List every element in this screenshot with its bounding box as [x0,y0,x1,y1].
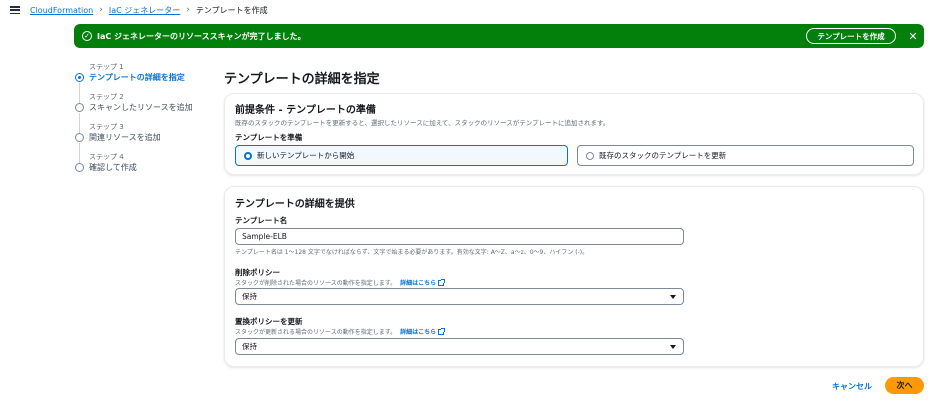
radio-selected-icon[interactable] [244,151,252,160]
success-flash-banner: ✓ IaC ジェネレーターのリソーススキャンが完了しました。 テンプレートを作成… [74,24,924,48]
radio-unselected-icon[interactable] [586,151,594,160]
step-number: ステップ 3 [89,123,124,131]
update-replace-policy-label: 置換ポリシーを更新 [235,317,303,326]
wizard-steps: ステップ 1 テンプレートの詳細を指定 ステップ 2 スキャンしたリソースを追加… [74,62,214,182]
select-value: 保持 [242,292,257,301]
external-link-icon [438,328,446,335]
step-4: ステップ 4 確認して作成 [74,152,214,182]
template-name-hint: テンプレート名は 1〜128 文字でなければならず、文字で始まる必要があります。… [235,249,589,256]
step-pending-icon [75,163,84,172]
learn-more-link[interactable]: 詳細はこちら [400,280,436,287]
create-template-button[interactable]: テンプレートを作成 [806,28,896,44]
step-3: ステップ 3 関連リソースを追加 [74,122,214,163]
breadcrumb-cloudformation[interactable]: CloudFormation [30,6,93,15]
step-label: テンプレートの詳細を指定 [89,73,185,82]
template-name-label: テンプレート名 [235,216,288,225]
hint-text: スタックが削除された場合のリソースの動作を指定します。 [235,280,397,287]
details-title: テンプレートの詳細を提供 [235,199,355,210]
template-details-container: テンプレートの詳細を提供 テンプレート名 Sample-ELB テンプレート名は… [224,186,924,367]
menu-icon[interactable] [10,6,20,14]
deletion-policy-select[interactable]: 保持 [235,288,684,305]
step-1[interactable]: ステップ 1 テンプレートの詳細を指定 [74,62,214,103]
page-title: テンプレートの詳細を指定 [224,72,380,87]
chevron-right-icon: › [99,5,103,15]
hint-text: スタックが更新される場合のリソースの動作を指定します。 [235,329,397,336]
external-link-icon [438,279,446,286]
cancel-button[interactable]: キャンセル [826,378,878,394]
deletion-policy-hint: スタックが削除された場合のリソースの動作を指定します。 詳細はこちら [235,278,446,287]
option-label: 新しいテンプレートから開始 [257,151,355,160]
step-pending-icon [75,133,84,142]
success-check-icon: ✓ [82,31,92,41]
breadcrumb-iac-generator[interactable]: IaC ジェネレーター [109,5,180,16]
step-number: ステップ 2 [89,93,124,101]
breadcrumb-current: テンプレートを作成 [195,5,268,15]
template-name-input[interactable]: Sample-ELB [235,228,684,245]
prerequisite-title: 前提条件 - テンプレートの準備 [235,105,376,116]
update-replace-policy-select[interactable]: 保持 [235,338,684,355]
update-replace-policy-hint: スタックが更新される場合のリソースの動作を指定します。 詳細はこちら [235,327,446,336]
caret-down-icon [670,295,676,299]
learn-more-link[interactable]: 詳細はこちら [400,329,436,336]
select-value: 保持 [242,342,257,351]
deletion-policy-label: 削除ポリシー [235,268,280,277]
option-existing-stack[interactable]: 既存のスタックのテンプレートを更新 [577,145,914,166]
step-label: 確認して作成 [89,163,137,172]
caret-down-icon [670,345,676,349]
step-pending-icon [75,103,84,112]
close-icon[interactable]: ✕ [906,27,920,45]
step-label: スキャンしたリソースを追加 [89,103,193,112]
chevron-right-icon: › [186,5,190,15]
prerequisite-container: 前提条件 - テンプレートの準備 既存のスタックのテンプレートを更新すると、選択… [224,93,924,175]
flash-message: IaC ジェネレーターのリソーススキャンが完了しました。 [97,31,306,41]
top-navigation: CloudFormation › IaC ジェネレーター › テンプレートを作成 [0,0,940,20]
step-2: ステップ 2 スキャンしたリソースを追加 [74,92,214,133]
prerequisite-description: 既存のスタックのテンプレートを更新すると、選択したリソースに加えて、スタックのリ… [235,119,610,127]
step-active-icon [75,73,84,82]
option-new-template[interactable]: 新しいテンプレートから開始 [235,145,568,166]
next-button[interactable]: 次へ [885,377,924,394]
prepare-template-label: テンプレートを準備 [235,133,303,142]
step-label: 関連リソースを追加 [89,133,161,142]
step-number: ステップ 4 [89,153,124,161]
option-label: 既存のスタックのテンプレートを更新 [599,151,727,160]
step-number: ステップ 1 [89,63,124,71]
